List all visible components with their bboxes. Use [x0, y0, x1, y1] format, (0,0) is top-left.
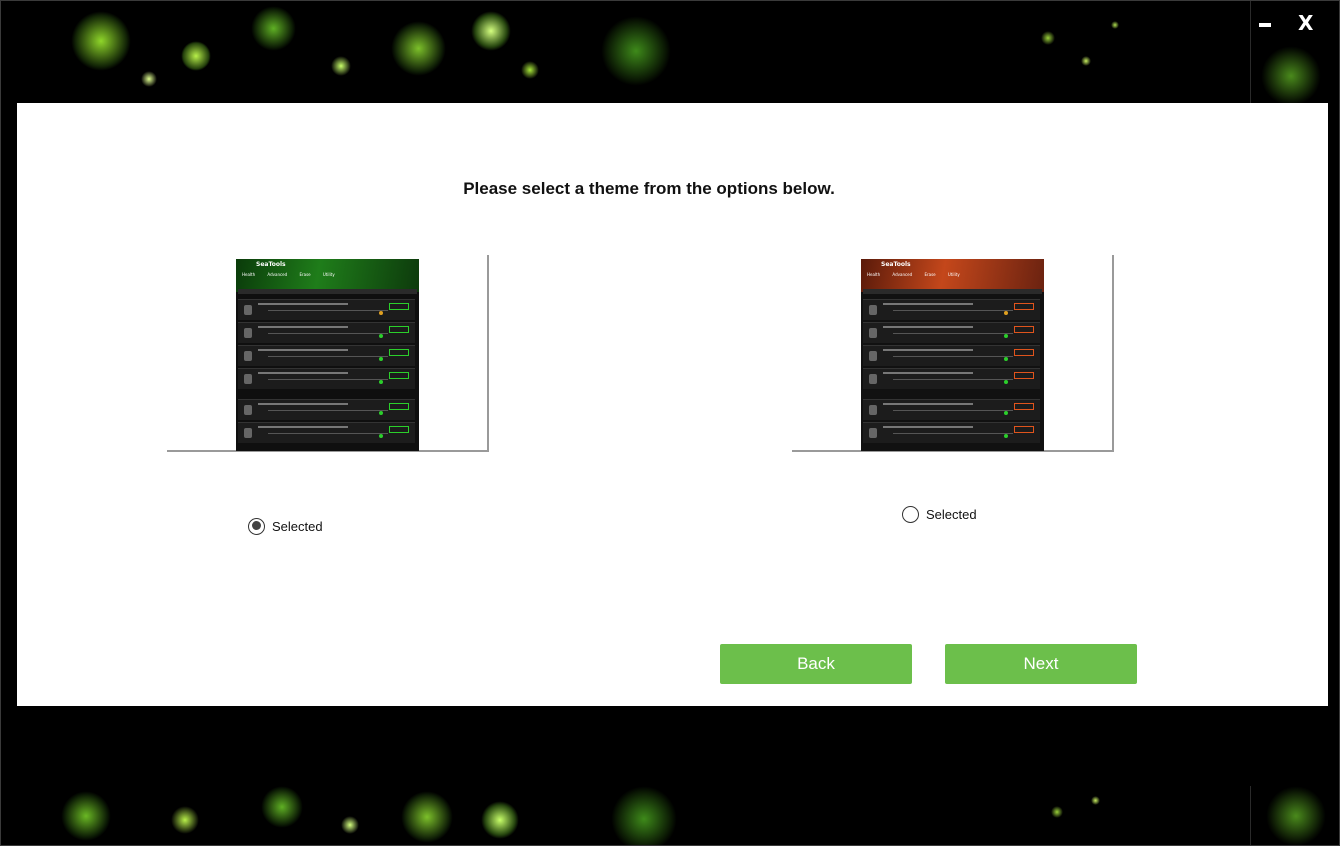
green-theme-preview[interactable]: SeaTools Health Advanced Erase Utility — [167, 255, 489, 452]
footer-divider — [1250, 786, 1251, 845]
green-theme-screenshot: SeaTools Health Advanced Erase Utility — [236, 259, 419, 451]
page-heading: Please select a theme from the options b… — [463, 179, 835, 198]
orange-theme-radio[interactable] — [902, 505, 919, 523]
footer-bokeh-background — [1, 786, 1339, 845]
back-button[interactable]: Back — [720, 644, 912, 684]
next-button[interactable]: Next — [945, 644, 1137, 684]
close-button[interactable]: X — [1298, 11, 1313, 35]
green-theme-radio[interactable] — [248, 517, 265, 535]
footer-spacer — [1, 706, 1339, 786]
minimize-button[interactable] — [1257, 11, 1275, 35]
orange-theme-screenshot: SeaTools Health Advanced Erase Utility — [861, 259, 1044, 451]
orange-theme-preview[interactable]: SeaTools Health Advanced Erase Utility — [792, 255, 1114, 452]
orange-theme-radio-label[interactable]: Selected — [926, 507, 977, 522]
green-theme-radio-label[interactable]: Selected — [272, 519, 323, 534]
green-theme-radio-option[interactable]: Selected — [248, 515, 323, 537]
header-bokeh-background — [1, 1, 1339, 103]
orange-theme-radio-option[interactable]: Selected — [902, 503, 977, 525]
app-window: X Please select a theme from the options… — [0, 0, 1340, 846]
theme-selection-panel: Please select a theme from the options b… — [17, 103, 1328, 706]
header-divider — [1250, 1, 1251, 103]
